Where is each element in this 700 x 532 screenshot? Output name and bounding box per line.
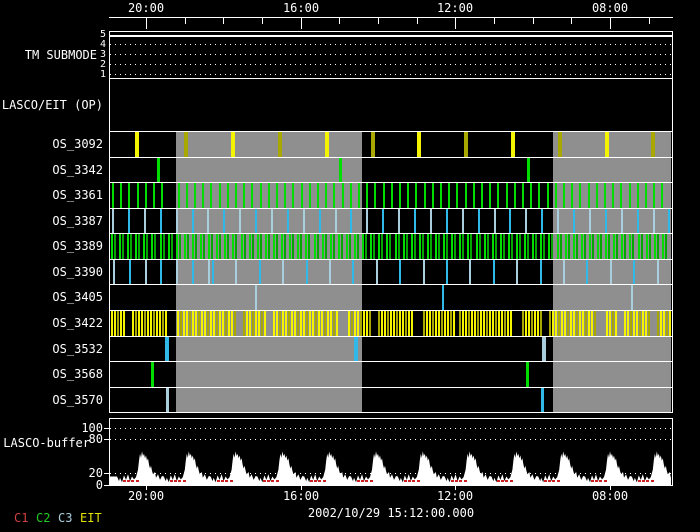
legend-c1: C1 xyxy=(14,511,28,525)
camera-legend: C1 C2 C3 EIT xyxy=(0,0,700,532)
lasco-timeline-window: 20:0016:0012:0008:00 TM SUBMODELASCO/EIT… xyxy=(0,0,700,532)
legend-eit: EIT xyxy=(80,511,102,525)
legend-c2: C2 xyxy=(36,511,50,525)
legend-c3: C3 xyxy=(58,511,72,525)
